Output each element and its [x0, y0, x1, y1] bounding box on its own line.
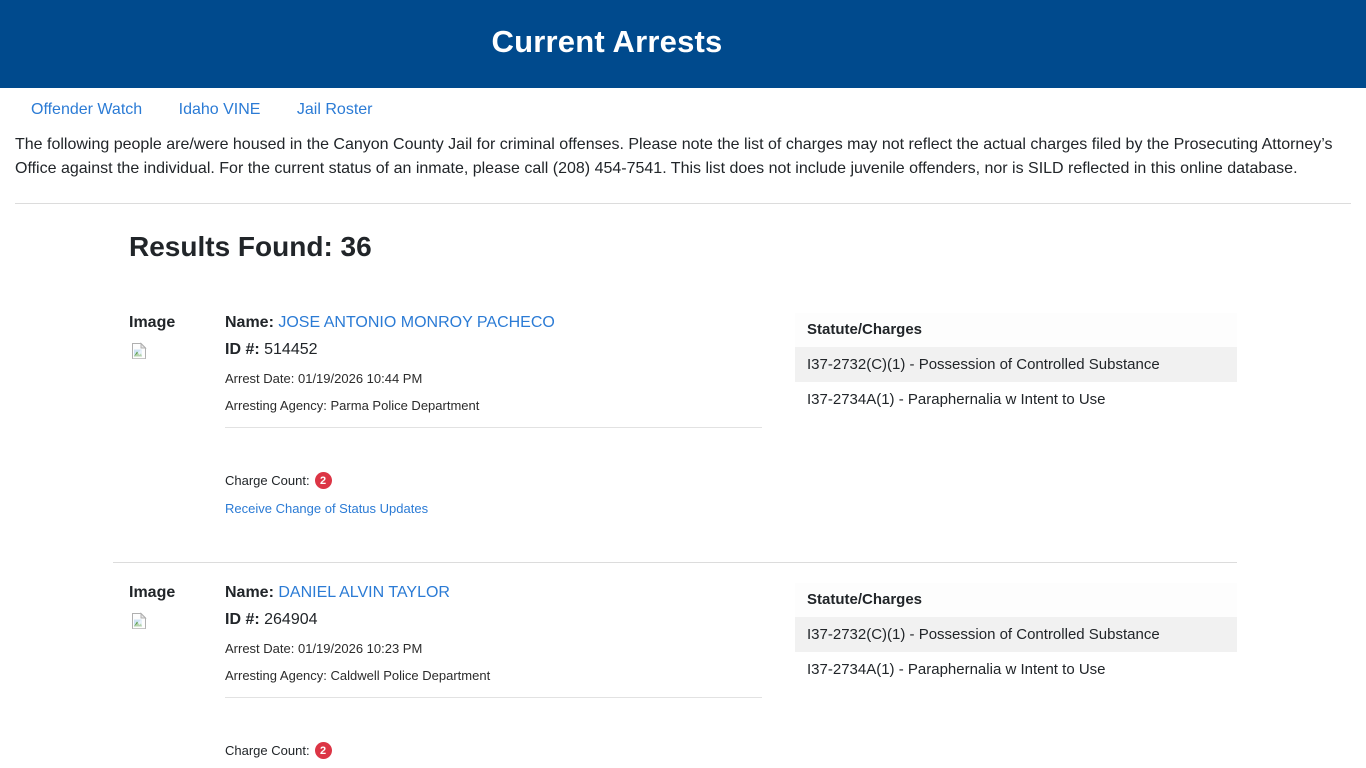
arrest-date-line: Arrest Date: 01/19/2026 10:23 PM	[225, 641, 762, 656]
name-label: Name:	[225, 314, 274, 331]
agency-value: Caldwell Police Department	[330, 668, 491, 683]
charge-row: I37-2734A(1) - Paraphernalia w Intent to…	[795, 382, 1237, 417]
id-value: 514452	[264, 341, 318, 358]
page-header: Current Arrests	[0, 0, 1366, 88]
arrest-date-label: Arrest Date:	[225, 371, 295, 386]
charge-count-label: Charge Count:	[225, 743, 310, 758]
id-line: ID #: 264904	[225, 611, 762, 629]
charge-row: I37-2734A(1) - Paraphernalia w Intent to…	[795, 652, 1237, 687]
charges-table: Statute/Charges I37-2732(C)(1) - Possess…	[795, 583, 1237, 687]
status-updates-link[interactable]: Receive Change of Status Updates	[225, 501, 428, 516]
id-label: ID #:	[225, 341, 260, 358]
charges-header: Statute/Charges	[795, 583, 1237, 617]
charge-text: I37-2732(C)(1) - Possession of Controlle…	[807, 626, 1160, 643]
arrest-date-line: Arrest Date: 01/19/2026 10:44 PM	[225, 371, 762, 386]
charge-row: I37-2732(C)(1) - Possession of Controlle…	[795, 347, 1237, 382]
broken-image-icon	[132, 342, 147, 359]
arrest-date-label: Arrest Date:	[225, 641, 295, 656]
page-title: Current Arrests	[491, 24, 723, 59]
arrest-date-value: 01/19/2026 10:44 PM	[297, 371, 423, 386]
image-label: Image	[129, 584, 176, 601]
charge-text: I37-2734A(1) - Paraphernalia w Intent to…	[807, 661, 1106, 678]
record-charges-column: Statute/Charges I37-2732(C)(1) - Possess…	[795, 583, 1237, 768]
results-count-heading: Results Found: 36	[129, 231, 372, 262]
status-updates-line: Receive Change of Status Updates	[225, 500, 762, 518]
image-label: Image	[129, 314, 176, 331]
broken-image-icon	[132, 612, 147, 629]
name-line: Name: DANIEL ALVIN TAYLOR	[225, 584, 762, 602]
agency-line: Arresting Agency: Caldwell Police Depart…	[225, 668, 762, 683]
nav-link-offender-watch[interactable]: Offender Watch	[31, 101, 142, 118]
charges-header: Statute/Charges	[795, 313, 1237, 347]
id-line: ID #: 514452	[225, 341, 762, 359]
charge-count-label: Charge Count:	[225, 473, 310, 488]
id-value: 264904	[264, 611, 318, 628]
top-nav: Offender Watch Idaho VINE Jail Roster	[0, 88, 1366, 119]
agency-label: Arresting Agency:	[225, 398, 327, 413]
charge-text: I37-2732(C)(1) - Possession of Controlle…	[807, 356, 1160, 373]
page-divider	[15, 203, 1351, 204]
name-label: Name:	[225, 584, 274, 601]
arrest-record: Image Name: JOSE ANTONIO MONROY PACHECO …	[129, 313, 1237, 518]
charge-count-line: Charge Count: 2	[225, 472, 762, 489]
results-section: Results Found: 36 Image Name: JOSE ANTON…	[113, 231, 1237, 768]
arrest-record: Image Name: DANIEL ALVIN TAYLOR ID #: 26…	[129, 583, 1237, 768]
charge-count-badge: 2	[314, 742, 332, 759]
record-charges-column: Statute/Charges I37-2732(C)(1) - Possess…	[795, 313, 1237, 518]
record-details-column: Name: DANIEL ALVIN TAYLOR ID #: 264904 A…	[225, 583, 762, 768]
name-line: Name: JOSE ANTONIO MONROY PACHECO	[225, 314, 762, 332]
detail-divider	[225, 427, 762, 428]
nav-link-idaho-vine[interactable]: Idaho VINE	[179, 101, 261, 118]
agency-label: Arresting Agency:	[225, 668, 327, 683]
record-image-column: Image	[129, 313, 225, 518]
nav-link-jail-roster[interactable]: Jail Roster	[297, 101, 373, 118]
inmate-name-link[interactable]: JOSE ANTONIO MONROY PACHECO	[278, 314, 555, 331]
intro-text: The following people are/were housed in …	[15, 136, 1333, 177]
detail-divider	[225, 697, 762, 698]
charge-text: I37-2734A(1) - Paraphernalia w Intent to…	[807, 391, 1106, 408]
agency-value: Parma Police Department	[330, 398, 480, 413]
id-label: ID #:	[225, 611, 260, 628]
record-divider	[113, 562, 1237, 563]
record-image-column: Image	[129, 583, 225, 768]
charges-table: Statute/Charges I37-2732(C)(1) - Possess…	[795, 313, 1237, 417]
charge-count-badge: 2	[314, 472, 332, 489]
agency-line: Arresting Agency: Parma Police Departmen…	[225, 398, 762, 413]
record-details-column: Name: JOSE ANTONIO MONROY PACHECO ID #: …	[225, 313, 762, 518]
inmate-name-link[interactable]: DANIEL ALVIN TAYLOR	[278, 584, 450, 601]
charge-count-line: Charge Count: 2	[225, 742, 762, 759]
charge-row: I37-2732(C)(1) - Possession of Controlle…	[795, 617, 1237, 652]
arrest-date-value: 01/19/2026 10:23 PM	[297, 641, 423, 656]
